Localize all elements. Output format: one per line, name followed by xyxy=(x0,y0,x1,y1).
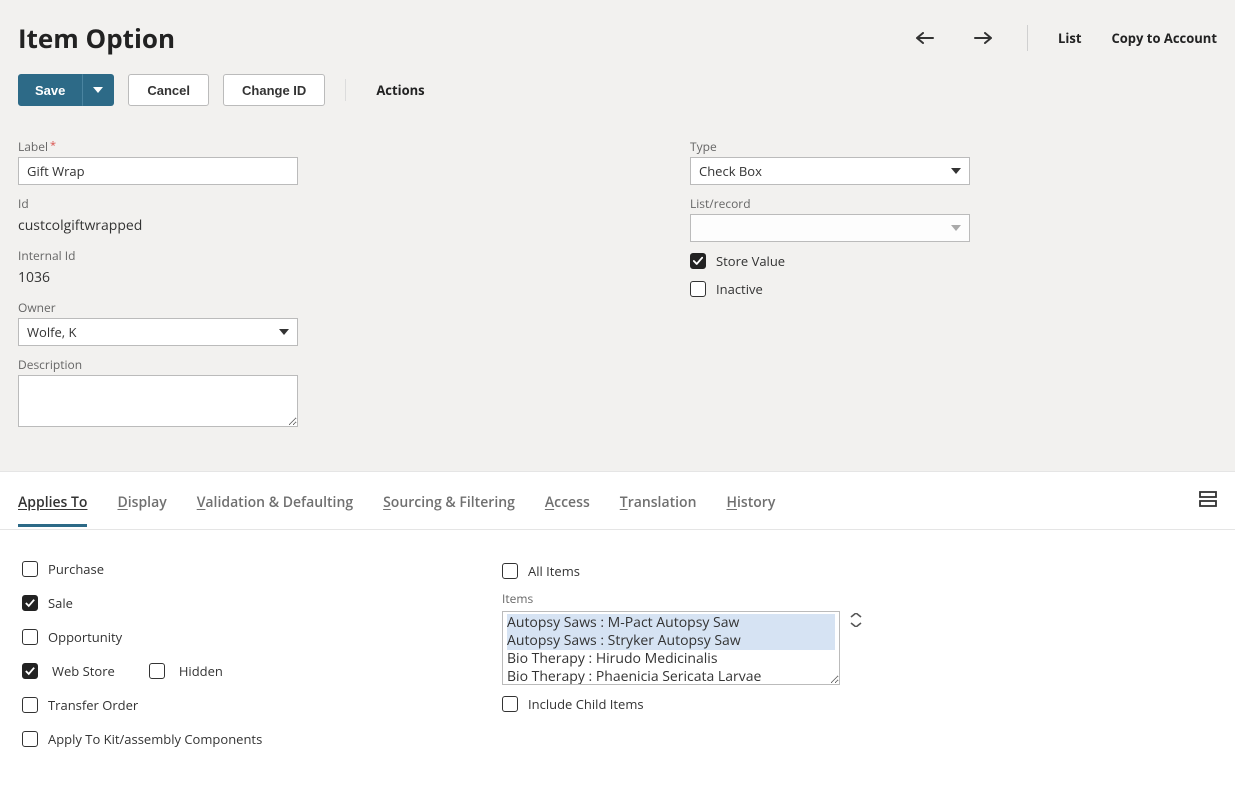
purchase-label: Purchase xyxy=(48,560,104,578)
list-item[interactable]: Bio Therapy : Hirudo Medicinalis xyxy=(507,650,835,668)
prev-record-button[interactable] xyxy=(911,26,939,50)
apply-kit-label: Apply To Kit/assembly Components xyxy=(48,730,262,748)
list-button[interactable]: List xyxy=(1058,29,1081,47)
purchase-checkbox[interactable] xyxy=(22,561,38,577)
tab-validation[interactable]: Validation & Defaulting xyxy=(197,475,353,526)
sale-checkbox[interactable] xyxy=(22,595,38,611)
list-record-field-label: List/record xyxy=(690,195,1178,212)
type-field-label: Type xyxy=(690,138,1178,155)
label-field-label: Label xyxy=(18,138,578,155)
items-field-label: Items xyxy=(502,590,1213,607)
tab-history-label: History xyxy=(726,493,775,512)
chevron-down-icon xyxy=(93,87,103,93)
sale-label: Sale xyxy=(48,594,73,612)
hidden-label: Hidden xyxy=(179,662,223,680)
store-value-checkbox[interactable] xyxy=(690,253,706,269)
description-textarea[interactable] xyxy=(18,375,298,427)
include-child-items-label: Include Child Items xyxy=(528,695,644,713)
chevron-down-icon xyxy=(951,168,961,174)
tab-translation-label: Translation xyxy=(620,493,697,512)
all-items-label: All Items xyxy=(528,562,580,580)
tab-sourcing-label: Sourcing & Filtering xyxy=(383,493,515,512)
list-item[interactable]: Autopsy Saws : Stryker Autopsy Saw xyxy=(507,632,835,650)
tab-display-label: Display xyxy=(117,493,166,512)
list-item[interactable]: Autopsy Saws : M-Pact Autopsy Saw xyxy=(507,614,835,632)
id-field-label: Id xyxy=(18,195,578,212)
transfer-order-checkbox[interactable] xyxy=(22,697,38,713)
separator xyxy=(345,79,346,101)
id-value: custcolgiftwrapped xyxy=(18,214,578,237)
expand-items-button[interactable] xyxy=(850,611,862,631)
opportunity-label: Opportunity xyxy=(48,628,122,646)
hidden-checkbox[interactable] xyxy=(149,663,165,679)
include-child-items-checkbox[interactable] xyxy=(502,696,518,712)
label-input[interactable] xyxy=(18,157,298,185)
internal-id-field-label: Internal Id xyxy=(18,247,578,264)
tab-access-label: Access xyxy=(545,493,590,512)
tab-applies-to[interactable]: Applies To xyxy=(18,475,87,526)
chevron-down-icon xyxy=(951,225,961,231)
check-icon xyxy=(693,256,703,266)
next-record-button[interactable] xyxy=(969,26,997,50)
actions-menu[interactable]: Actions xyxy=(366,81,434,99)
list-item[interactable]: Bio Therapy : Phaenicia Sericata Larvae xyxy=(507,668,835,685)
save-dropdown-button[interactable] xyxy=(82,74,114,106)
list-record-select[interactable] xyxy=(690,214,970,242)
tab-history[interactable]: History xyxy=(726,475,775,526)
double-chevron-icon xyxy=(850,613,862,627)
transfer-order-label: Transfer Order xyxy=(48,696,138,714)
type-select-value: Check Box xyxy=(699,162,762,180)
stack-icon xyxy=(1199,490,1217,508)
inactive-checkbox[interactable] xyxy=(690,281,706,297)
apply-kit-checkbox[interactable] xyxy=(22,731,38,747)
items-multiselect[interactable]: Autopsy Saws : M-Pact Autopsy Saw Autops… xyxy=(502,611,840,685)
opportunity-checkbox[interactable] xyxy=(22,629,38,645)
all-items-checkbox[interactable] xyxy=(502,563,518,579)
tab-translation[interactable]: Translation xyxy=(620,475,697,526)
tab-layout-toggle[interactable] xyxy=(1199,490,1217,512)
web-store-checkbox[interactable] xyxy=(22,663,38,679)
change-id-button[interactable]: Change ID xyxy=(223,74,325,106)
page-title: Item Option xyxy=(18,20,175,56)
save-button[interactable]: Save xyxy=(18,74,82,106)
tab-applies-to-label: Applies To xyxy=(18,493,87,512)
separator xyxy=(1027,25,1028,51)
chevron-down-icon xyxy=(279,329,289,335)
inactive-label: Inactive xyxy=(716,280,763,298)
tab-display[interactable]: Display xyxy=(117,475,166,526)
web-store-label: Web Store xyxy=(52,662,115,680)
check-icon xyxy=(25,598,35,608)
check-icon xyxy=(25,666,35,676)
type-select[interactable]: Check Box xyxy=(690,157,970,185)
owner-field-label: Owner xyxy=(18,299,578,316)
owner-select-value: Wolfe, K xyxy=(27,323,76,341)
tab-sourcing[interactable]: Sourcing & Filtering xyxy=(383,475,515,526)
tab-validation-label: Validation & Defaulting xyxy=(197,493,353,512)
copy-to-account-button[interactable]: Copy to Account xyxy=(1111,29,1217,47)
internal-id-value: 1036 xyxy=(18,266,578,289)
store-value-label: Store Value xyxy=(716,252,785,270)
description-field-label: Description xyxy=(18,356,578,373)
cancel-button[interactable]: Cancel xyxy=(128,74,209,106)
owner-select[interactable]: Wolfe, K xyxy=(18,318,298,346)
tab-access[interactable]: Access xyxy=(545,475,590,526)
